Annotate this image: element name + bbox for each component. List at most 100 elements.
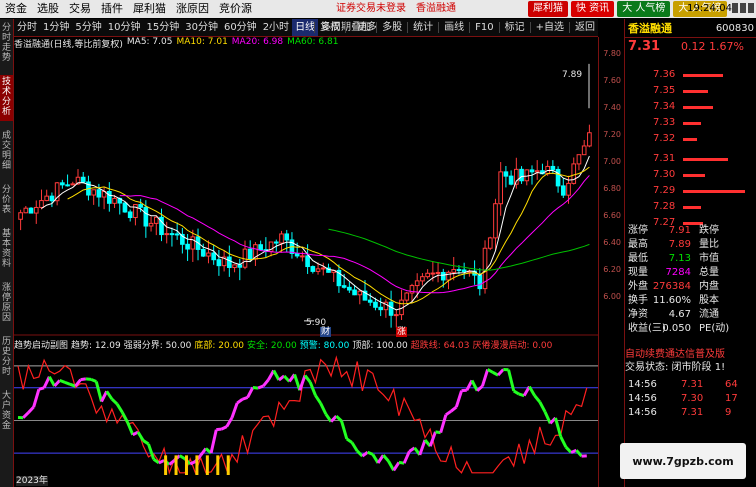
indicator-trend-segment <box>100 390 109 403</box>
ask-row[interactable]: 7.36 <box>625 69 756 81</box>
tool-button-0[interactable]: 复权 <box>317 19 343 36</box>
indicator-trend-segment <box>340 420 349 440</box>
promo-button-1[interactable]: 快 资讯 <box>571 1 615 17</box>
sidebar-tab-6[interactable]: 历史分时 <box>0 335 13 381</box>
sidebar-tab-5[interactable]: 涨停原因 <box>0 281 13 327</box>
sidebar-tab-3[interactable]: 分价表 <box>0 183 13 219</box>
tool-button-6[interactable]: 标记 <box>502 19 528 36</box>
tool-button-7[interactable]: +自选 <box>533 19 567 36</box>
bid-row[interactable]: 7.29 <box>625 185 756 197</box>
minimize-icon[interactable] <box>732 3 738 13</box>
candle-body <box>560 185 566 196</box>
candle-body <box>378 306 383 311</box>
candle-body <box>284 233 290 241</box>
period-tab-7[interactable]: 2小时 <box>260 19 292 36</box>
indicator-trend-segment <box>252 386 259 390</box>
order-price: 7.32 <box>653 133 676 144</box>
stat-label: 最高 <box>628 239 648 250</box>
limit-up-marker[interactable]: 涨 <box>396 327 408 337</box>
order-price: 7.29 <box>653 185 676 196</box>
indicator-trend-segment <box>564 446 573 454</box>
candle-body <box>18 212 23 220</box>
period-tab-4[interactable]: 15分钟 <box>143 19 182 36</box>
candle-body <box>587 132 592 147</box>
candle-body <box>550 165 556 170</box>
login-warning[interactable]: 证券交易未登录 <box>331 0 411 18</box>
promo-button-0[interactable]: 犀利猫 <box>528 1 568 17</box>
promo-button-2[interactable]: 大 人气榜 <box>617 1 671 17</box>
sidebar-tab-1[interactable]: 技术分析 <box>0 75 13 121</box>
period-tab-5[interactable]: 30分钟 <box>182 19 221 36</box>
stock-name: 香溢融通 <box>628 22 672 35</box>
indicator-trend-segment <box>543 411 552 424</box>
strong-value: 强弱分界: 50.00 <box>123 341 192 351</box>
sidebar-tab-7[interactable]: 大户资金 <box>0 389 13 435</box>
period-tab-2[interactable]: 5分钟 <box>72 19 104 36</box>
indicator-trend-segment <box>538 401 547 413</box>
ask-row[interactable]: 7.33 <box>625 117 756 129</box>
chart-title: 香溢融通(日线,等比前复权) <box>14 40 123 50</box>
bid-row[interactable]: 7.30 <box>625 169 756 181</box>
stock-code: 600830 <box>715 22 754 34</box>
indicator-trend-segment <box>216 427 222 432</box>
period-tab-1[interactable]: 1分钟 <box>40 19 72 36</box>
stat-row: 净资 4.67 流通 <box>625 309 756 321</box>
stat-label: 最低 <box>628 253 648 264</box>
sidebar-tab-0[interactable]: 分时走势 <box>0 21 13 67</box>
menu-item-5[interactable]: 涨原因 <box>171 0 214 18</box>
menu-item-3[interactable]: 插件 <box>96 0 128 18</box>
indicator-chart[interactable] <box>14 351 598 479</box>
ask-row[interactable]: 7.34 <box>625 101 756 113</box>
menu-item-0[interactable]: 资金 <box>0 0 32 18</box>
tool-button-3[interactable]: 统计 <box>410 19 436 36</box>
y-tick: 6.60 <box>603 211 621 220</box>
price-row: 7.31 0.12 1.67% <box>625 40 756 57</box>
candle-body <box>534 170 540 173</box>
bid-row[interactable]: 7.28 <box>625 201 756 213</box>
period-tab-3[interactable]: 10分钟 <box>105 19 144 36</box>
tool-button-4[interactable]: 画线 <box>441 19 467 36</box>
indicator-trend-segment <box>356 449 364 458</box>
tool-button-8[interactable]: 返回 <box>572 19 598 36</box>
sidebar-tab-4[interactable]: 基本资料 <box>0 227 13 273</box>
candlestick-chart[interactable] <box>14 50 598 336</box>
finance-marker[interactable]: 财 <box>320 327 332 337</box>
ask-row[interactable]: 7.32 <box>625 133 756 145</box>
menu-item-1[interactable]: 选股 <box>32 0 64 18</box>
chart-header: 香溢融通(日线,等比前复权) MA5: 7.05 MA10: 7.01 MA20… <box>14 37 338 50</box>
candle-body <box>393 314 399 317</box>
period-toolbar: 分时 1分钟 5分钟 10分钟 15分钟 30分钟 60分钟 2小时 日线 多周期 更多 复权 叠加 多股… <box>14 19 598 37</box>
period-tab-6[interactable]: 60分钟 <box>221 19 260 36</box>
order-volume-bar <box>683 174 705 177</box>
candle-body <box>555 168 561 187</box>
close-icon[interactable] <box>748 3 754 13</box>
tick-volume: 17 <box>725 393 738 404</box>
menu-item-6[interactable]: 竞价源 <box>214 0 257 18</box>
tool-button-1[interactable]: 叠加 <box>348 19 374 36</box>
stat-value: 7.89 <box>668 239 691 250</box>
sidebar-tab-2[interactable]: 成交明细 <box>0 129 13 175</box>
candle-body <box>414 280 420 287</box>
indicator-trend-segment <box>262 378 270 387</box>
maximize-icon[interactable] <box>740 3 746 13</box>
indicator-trend-segment <box>220 425 228 431</box>
period-tab-0[interactable]: 分时 <box>14 19 40 36</box>
menu-item-4[interactable]: 犀利猫 <box>128 0 171 18</box>
renewal-notice[interactable]: 自动续费通达信普及版 <box>625 349 756 361</box>
y-tick: 7.60 <box>603 76 621 85</box>
indicator-trend-segment <box>209 429 218 454</box>
order-price: 7.28 <box>653 201 676 212</box>
menu-item-2[interactable]: 交易 <box>64 0 96 18</box>
tool-button-2[interactable]: 多股 <box>379 19 405 36</box>
candle-body <box>341 285 347 288</box>
tool-button-5[interactable]: F10 <box>472 19 496 36</box>
indicator-trend-segment <box>408 446 416 453</box>
indicator-trend-segment <box>126 421 135 436</box>
candle-body <box>200 248 206 257</box>
candle-body <box>112 197 117 204</box>
bid-row[interactable]: 7.31 <box>625 153 756 165</box>
ask-row[interactable]: 7.35 <box>625 85 756 97</box>
tick-row: 14:56 7.31 64 <box>625 379 756 391</box>
candle-body <box>388 301 394 316</box>
stat-value: 7.13 <box>668 253 691 264</box>
